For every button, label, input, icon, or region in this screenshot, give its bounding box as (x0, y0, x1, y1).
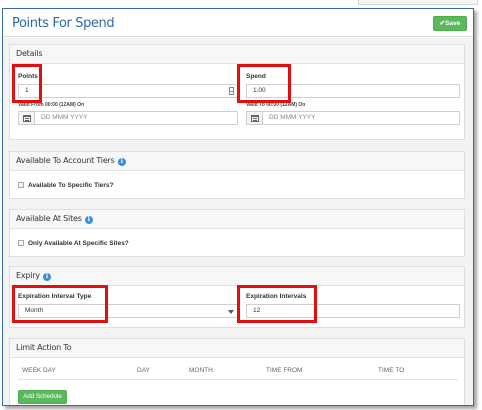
details-section: Details Points 1 Spend 1.00 Valid From 0… (9, 44, 465, 140)
expiry-title-text: Expiry (16, 271, 40, 280)
valid-to-placeholder: DD MMM YYYY (269, 114, 316, 121)
column-header-day: DAY (137, 367, 150, 374)
details-header: Details (10, 45, 464, 64)
column-header-time-to: TIME TO (378, 367, 405, 374)
highlight-box (237, 64, 291, 103)
account-tiers-section: Available To Account Tiers i Available To… (9, 151, 465, 199)
valid-from-placeholder: DD MMM YYYY (41, 114, 88, 121)
column-header-month: MONTH (189, 367, 213, 374)
expiry-header: Expiry i (10, 267, 464, 286)
sites-checkbox-label: Only Available At Specific Sites? (28, 240, 129, 247)
limit-action-title: Limit Action To (16, 343, 72, 352)
sites-checkbox-row[interactable]: Only Available At Specific Sites? (18, 240, 129, 247)
info-icon[interactable]: i (117, 158, 126, 166)
highlight-box (237, 285, 317, 323)
add-schedule-button[interactable]: Add Schedule (18, 390, 67, 404)
panel-header: Points For Spend ✔Save (3, 9, 473, 37)
calendar-icon[interactable] (247, 112, 263, 124)
caret-down-icon[interactable] (228, 310, 234, 314)
account-tiers-title-text: Available To Account Tiers (16, 156, 115, 165)
page-title: Points For Spend (12, 16, 115, 31)
checkbox-icon[interactable] (18, 240, 24, 246)
points-for-spend-panel: Points For Spend ✔Save Details Points 1 … (2, 8, 474, 406)
sites-title-text: Available At Sites (16, 214, 82, 223)
account-tiers-header: Available To Account Tiers i (10, 152, 464, 171)
account-tiers-title: Available To Account Tiers i (16, 156, 126, 166)
limit-action-header: Limit Action To (10, 339, 464, 358)
calendar-icon[interactable] (19, 112, 35, 124)
highlight-box (12, 64, 42, 103)
save-button[interactable]: ✔Save (433, 16, 467, 31)
table-divider (18, 379, 458, 380)
stepper-icon[interactable] (229, 87, 234, 95)
top-strip (0, 0, 482, 8)
panel-body: Details Points 1 Spend 1.00 Valid From 0… (3, 38, 473, 405)
tiers-checkbox-label: Available To Specific Tiers? (28, 182, 114, 189)
limit-action-section: Limit Action To WEEK DAY DAY MONTH TIME … (9, 338, 465, 405)
highlight-box (12, 285, 108, 323)
background-tab (358, 0, 478, 5)
points-input[interactable]: 1 (18, 84, 238, 98)
info-icon[interactable]: i (84, 216, 93, 224)
expiry-title: Expiry i (16, 271, 51, 281)
checkbox-icon[interactable] (18, 182, 24, 188)
sites-section: Available At Sites i Only Available At Sp… (9, 209, 465, 257)
valid-to-input[interactable]: DD MMM YYYY (246, 111, 460, 125)
column-header-week-day: WEEK DAY (22, 367, 56, 374)
column-header-time-from: TIME FROM (266, 367, 303, 374)
tiers-checkbox-row[interactable]: Available To Specific Tiers? (18, 182, 114, 189)
details-title: Details (16, 49, 43, 58)
expiry-section: Expiry i Expiration Interval Type Month E… (9, 266, 465, 328)
sites-header: Available At Sites i (10, 210, 464, 229)
sites-title: Available At Sites i (16, 214, 93, 224)
info-icon[interactable]: i (42, 273, 51, 281)
valid-from-input[interactable]: DD MMM YYYY (18, 111, 238, 125)
